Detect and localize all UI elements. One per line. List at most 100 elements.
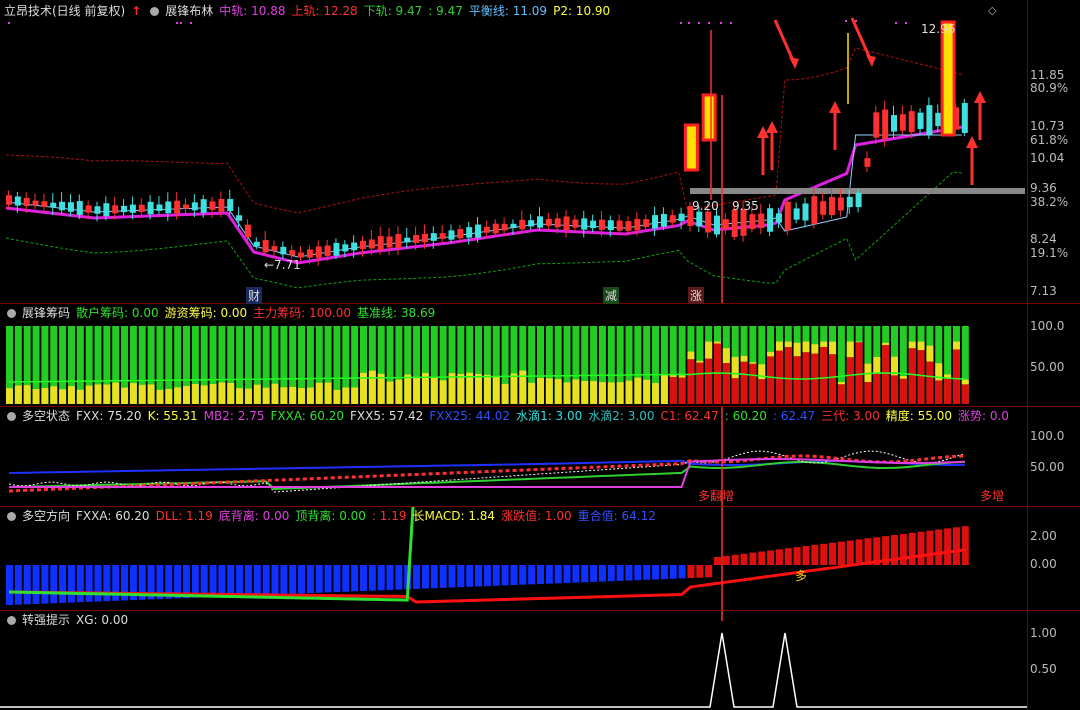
chip-bar-yellow bbox=[209, 383, 217, 404]
direction-bar bbox=[50, 565, 58, 604]
chip-bar-yellow bbox=[634, 377, 642, 404]
candle-body bbox=[935, 112, 942, 127]
candle-body bbox=[811, 196, 818, 224]
direction-bar bbox=[94, 565, 102, 602]
direction-bar bbox=[952, 527, 960, 565]
indicator-toggle-icon[interactable] bbox=[7, 412, 16, 421]
direction-bar bbox=[634, 565, 642, 581]
direction-bar bbox=[289, 565, 297, 594]
direction-bar bbox=[598, 565, 606, 582]
highlight-candle bbox=[701, 93, 717, 142]
chip-bar-yellow bbox=[218, 382, 226, 404]
indicator-toggle-icon[interactable] bbox=[7, 309, 16, 318]
direction-bar bbox=[537, 565, 544, 584]
candle-body bbox=[705, 211, 712, 233]
chip-bar-red bbox=[722, 362, 730, 404]
indicator-toggle-icon[interactable] bbox=[7, 512, 16, 521]
chip-bar-red bbox=[846, 357, 854, 404]
candle-body bbox=[165, 201, 172, 214]
chip-bar-yellow bbox=[899, 375, 907, 379]
chip-panel[interactable]: 展锋筹码 散户筹码: 0.00 游资筹码: 0.00 主力筹码: 100.00 基准线:… bbox=[0, 304, 1080, 406]
indicator-value: MB2: 2.75 bbox=[203, 409, 265, 423]
direction-bar bbox=[678, 565, 686, 579]
candle-body bbox=[581, 218, 588, 230]
direction-bar bbox=[908, 532, 916, 565]
chip-bar-red bbox=[882, 345, 890, 404]
direction-bar bbox=[475, 565, 483, 587]
chip-bar-yellow bbox=[926, 345, 934, 362]
direction-bar bbox=[758, 551, 766, 565]
chip-bar-yellow bbox=[625, 380, 633, 404]
chip-bar-yellow bbox=[324, 382, 332, 404]
panel-name[interactable]: 多空方向 bbox=[22, 509, 70, 523]
signal-arrow-head bbox=[866, 55, 876, 67]
candle-body bbox=[324, 245, 331, 256]
candle-body bbox=[457, 229, 464, 239]
direction-bar bbox=[41, 565, 49, 604]
direction-bar bbox=[209, 565, 217, 597]
direction-bar bbox=[846, 540, 854, 565]
state-panel[interactable]: 多空状态 FXX: 75.20 K: 55.31 MB2: 2.75 FXXA: 60.… bbox=[0, 407, 1080, 506]
stock-title[interactable]: 立昂技术(日线 前复权) bbox=[4, 4, 125, 18]
signal-dot bbox=[905, 22, 907, 24]
candle-body bbox=[775, 213, 782, 223]
strength-panel[interactable]: 转强提示 XG: 0.00 1.00 0.50 bbox=[0, 611, 1080, 710]
candlestick-chart[interactable] bbox=[0, 0, 1027, 303]
candle-body bbox=[731, 209, 738, 237]
direction-bar bbox=[351, 565, 359, 592]
candle-body bbox=[829, 196, 836, 216]
candle-body bbox=[76, 201, 83, 215]
up-arrow-icon[interactable]: ↑ bbox=[131, 4, 141, 18]
candle-body bbox=[873, 112, 880, 138]
indicator-values: XG: 0.00 bbox=[76, 613, 134, 627]
candle-body bbox=[112, 205, 119, 214]
direction-bar bbox=[439, 565, 447, 588]
tag-jian[interactable]: 减 bbox=[603, 287, 620, 304]
chip-bar-yellow bbox=[775, 341, 783, 351]
direction-panel[interactable]: 多空方向 FXXA: 60.20 DLL: 1.19 底背离: 0.00 顶背离: 0.… bbox=[0, 507, 1080, 610]
direction-bar bbox=[368, 565, 376, 591]
chip-bar-yellow bbox=[298, 388, 306, 404]
candle-body bbox=[466, 227, 473, 238]
chip-bar-yellow bbox=[404, 374, 412, 404]
chip-bar-yellow bbox=[413, 376, 421, 404]
chip-bar-yellow bbox=[563, 382, 571, 404]
direction-bar bbox=[457, 565, 465, 588]
direction-bar bbox=[829, 542, 837, 565]
candle-body bbox=[891, 115, 897, 132]
indicator-toggle-icon[interactable] bbox=[150, 7, 160, 16]
candle-body bbox=[625, 221, 632, 231]
direction-bar bbox=[360, 565, 367, 591]
candle-body bbox=[722, 219, 729, 230]
tag-cai[interactable]: 财 bbox=[246, 287, 263, 304]
chip-bar-yellow bbox=[306, 387, 314, 404]
chip-bar-yellow bbox=[439, 380, 447, 404]
direction-bar bbox=[944, 528, 952, 565]
panel-name[interactable]: 展锋筹码 bbox=[22, 306, 70, 320]
indicator-name[interactable]: 展锋布林 bbox=[165, 4, 213, 18]
chip-bar-yellow bbox=[483, 374, 491, 404]
chip-bar-yellow bbox=[85, 385, 93, 404]
direction-bar bbox=[386, 565, 394, 590]
chip-bar-yellow bbox=[236, 388, 244, 404]
candle-body bbox=[421, 233, 428, 243]
chip-bar-yellow bbox=[50, 386, 58, 404]
candle-body bbox=[696, 211, 703, 227]
indicator-value: XG: 0.00 bbox=[76, 613, 129, 627]
indicator-toggle-icon[interactable] bbox=[7, 616, 16, 625]
panel-name[interactable]: 转强提示 bbox=[22, 613, 70, 627]
direction-bar bbox=[899, 533, 907, 565]
candle-body bbox=[32, 200, 39, 206]
candle-body bbox=[315, 246, 322, 258]
candle-body bbox=[289, 250, 296, 256]
highlight-candle bbox=[683, 123, 699, 172]
chip-bar-yellow bbox=[696, 360, 704, 363]
main-price-panel[interactable]: 立昂技术(日线 前复权) ↑ 展锋布林 中轨: 10.88 上轨: 12.28 下轨: 9… bbox=[0, 0, 1080, 304]
chip-bar-yellow bbox=[156, 389, 164, 404]
panel-name[interactable]: 多空状态 bbox=[22, 409, 70, 423]
direction-bar bbox=[961, 526, 969, 565]
candle-body bbox=[121, 205, 128, 213]
tag-zhang[interactable]: 涨 bbox=[688, 287, 705, 304]
indicator-value: 游资筹码: 0.00 bbox=[164, 306, 248, 320]
strength-line-chart[interactable] bbox=[0, 611, 1027, 710]
